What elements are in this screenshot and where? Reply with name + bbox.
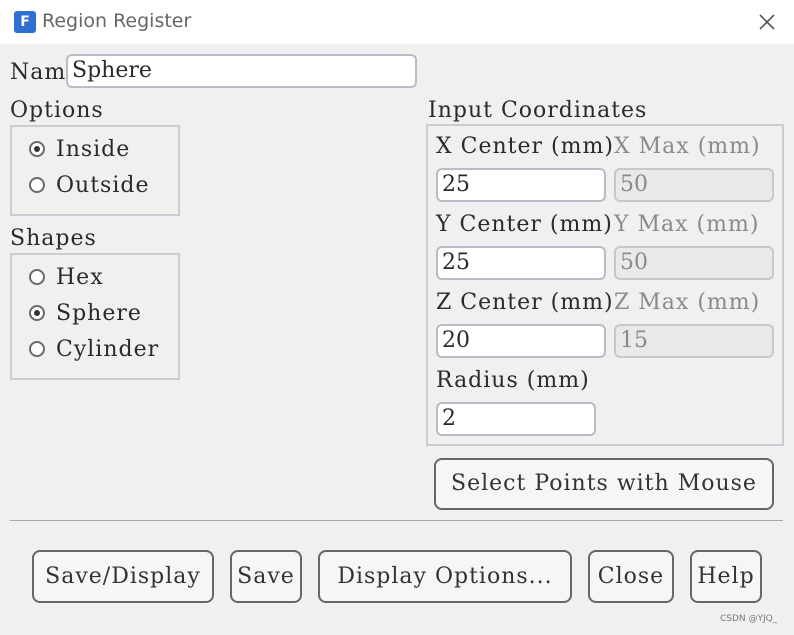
shape-cylinder[interactable]: Cylinder (28, 336, 168, 364)
z-center-input[interactable]: 20 (436, 324, 606, 358)
radio-outside[interactable] (29, 177, 45, 193)
watermark: CSDN @YJQ_ (720, 614, 778, 624)
y-max-label: Y Max (mm) (614, 212, 760, 237)
save-display-button[interactable]: Save/Display (32, 550, 214, 603)
shape-sphere[interactable]: Sphere (28, 300, 168, 328)
options-title: Options (10, 98, 104, 123)
z-max-label: Z Max (mm) (614, 290, 761, 315)
close-button[interactable]: Close (588, 550, 674, 603)
app-logo-icon: F (14, 11, 36, 33)
shape-hex-label: Hex (56, 265, 104, 290)
x-center-label: X Center (mm) (436, 134, 614, 159)
display-options-button[interactable]: Display Options... (318, 550, 572, 603)
select-points-button[interactable]: Select Points with Mouse (434, 458, 774, 510)
shape-hex[interactable]: Hex (28, 264, 168, 292)
name-input[interactable]: Sphere (66, 54, 417, 88)
x-max-input: 50 (614, 168, 774, 202)
close-icon[interactable] (755, 10, 779, 34)
radio-cylinder[interactable] (29, 341, 45, 357)
x-max-label: X Max (mm) (614, 134, 761, 159)
x-center-input[interactable]: 25 (436, 168, 606, 202)
option-outside-label: Outside (56, 173, 150, 198)
coords-title: Input Coordinates (428, 98, 648, 123)
y-center-label: Y Center (mm) (436, 212, 613, 237)
radio-inside[interactable] (29, 141, 45, 157)
option-inside-label: Inside (56, 137, 131, 162)
z-center-label: Z Center (mm) (436, 290, 614, 315)
help-button[interactable]: Help (690, 550, 762, 603)
window-title: Region Register (42, 10, 192, 32)
radio-hex[interactable] (29, 269, 45, 285)
shape-sphere-label: Sphere (56, 301, 142, 326)
radius-label: Radius (mm) (436, 368, 590, 393)
z-max-input: 15 (614, 324, 774, 358)
shape-cylinder-label: Cylinder (56, 337, 160, 362)
option-inside[interactable]: Inside (28, 136, 168, 164)
option-outside[interactable]: Outside (28, 172, 168, 200)
shapes-title: Shapes (10, 226, 97, 251)
y-max-input: 50 (614, 246, 774, 280)
y-center-input[interactable]: 25 (436, 246, 606, 280)
save-button[interactable]: Save (230, 550, 302, 603)
divider (10, 520, 783, 521)
radio-sphere[interactable] (29, 305, 45, 321)
radius-input[interactable]: 2 (436, 402, 596, 436)
